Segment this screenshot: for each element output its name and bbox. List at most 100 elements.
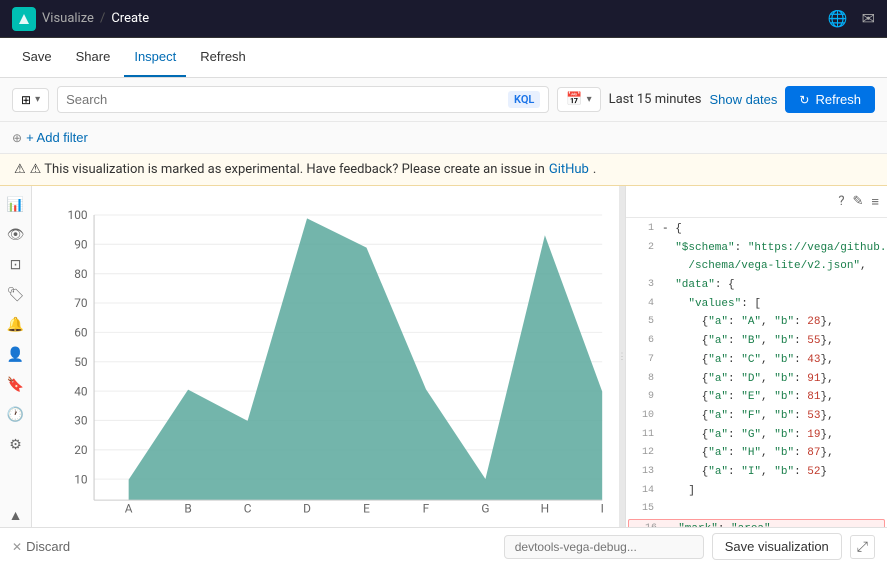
svg-text:90: 90 [74,238,87,252]
code-line: 7 {"a": "C", "b": 43}, [626,351,887,370]
code-line: 10 {"a": "F", "b": 53}, [626,407,887,426]
code-line: /schema/vega-lite/v2.json", [626,257,887,276]
svg-text:B: B [184,502,191,516]
code-line: 5 {"a": "A", "b": 28}, [626,313,887,332]
refresh-icon: ↻ [799,93,809,107]
filter-bar: ⊞ ▾ KQL 📅 ▾ Last 15 minutes Show dates ↻… [0,78,887,122]
main-content: 📊 👁 ⊡ 🏷 🔔 👤 🔖 🕐 ⚙ ▲ 100 90 80 [0,186,887,527]
code-panel-toolbar: ? ✎ ≡ [626,186,887,218]
tabs-bar: Save Share Inspect Refresh [0,38,887,78]
code-line: 11 {"a": "G", "b": 19}, [626,426,887,445]
warning-banner: ⚠ ⚠ This visualization is marked as expe… [0,154,887,186]
eye-icon[interactable]: 👁 [4,224,28,246]
svg-text:20: 20 [74,443,87,457]
code-line: 13 {"a": "I", "b": 52} [626,463,887,482]
expand-icon[interactable]: ⤢ [850,535,875,559]
logo [12,7,36,31]
help-icon[interactable]: ? [838,194,844,209]
svg-text:80: 80 [74,267,87,281]
svg-text:G: G [481,502,489,516]
code-line: 1- { [626,220,887,239]
chart-area: 100 90 80 70 60 50 40 30 20 10 A B C D [32,186,619,527]
index-selector[interactable]: ⊞ ▾ [12,88,49,112]
area-chart [129,218,603,500]
svg-text:C: C [244,502,252,516]
svg-text:50: 50 [74,355,87,369]
filter-icon: ⊕ [12,131,22,145]
code-line: 14 ] [626,482,887,501]
add-filter-button[interactable]: + Add filter [26,130,88,145]
add-filter-row: ⊕ + Add filter [0,122,887,154]
github-link[interactable]: GitHub [549,162,589,177]
code-line: 2 "$schema": "https://vega/github.io [626,239,887,258]
search-box: KQL [57,86,549,113]
warning-icon: ⚠ [14,162,26,177]
bottom-bar: ✕ Discard Save visualization ⤢ [0,527,887,565]
app-section: Visualize / Create [42,11,149,26]
svg-text:30: 30 [74,414,87,428]
index-icon: ⊞ [21,93,31,107]
menu-icon[interactable]: ≡ [871,194,879,210]
clock-icon[interactable]: 🕐 [4,404,27,426]
breadcrumb-sep: / [100,11,105,26]
person-icon[interactable]: 👤 [4,344,27,366]
code-line: 15 [626,500,887,519]
top-nav: Visualize / Create 🌐 ✉ [0,0,887,38]
svg-text:10: 10 [74,473,87,487]
save-area: Save visualization ⤢ [504,533,875,560]
svg-text:F: F [423,502,430,516]
search-input[interactable] [66,92,502,107]
chart-bar-icon[interactable]: 📊 [4,194,27,216]
tab-save[interactable]: Save [12,38,62,77]
alert-icon[interactable]: 🔔 [4,314,27,336]
calendar-icon: 📅 [566,92,582,107]
time-range-label: Last 15 minutes [609,92,702,107]
save-name-input[interactable] [504,535,704,559]
sidebar: 📊 👁 ⊡ 🏷 🔔 👤 🔖 🕐 ⚙ ▲ [0,186,32,527]
svg-text:100: 100 [68,208,88,222]
code-line: 9 {"a": "E", "b": 81}, [626,388,887,407]
globe-icon[interactable]: 🌐 [828,9,848,28]
save-vis-label: Save visualization [725,539,829,554]
code-line: 6 {"a": "B", "b": 55}, [626,332,887,351]
calendar-selector[interactable]: 📅 ▾ [557,87,600,112]
refresh-label: Refresh [815,92,861,107]
show-dates-button[interactable]: Show dates [709,92,777,107]
svg-text:60: 60 [74,326,87,340]
tab-inspect[interactable]: Inspect [124,38,186,77]
settings-icon[interactable]: ⚙ [6,434,25,456]
code-line: 4 "values": [ [626,295,887,314]
code-line: 3 "data": { [626,276,887,295]
mail-icon[interactable]: ✉ [862,9,875,28]
svg-text:E: E [363,502,370,516]
code-line-highlight: 16 "mark": "area", [628,519,885,527]
x-icon: ✕ [12,540,22,554]
code-line: 8 {"a": "D", "b": 91}, [626,370,887,389]
code-panel: ? ✎ ≡ 1- { 2 "$schema": "https://vega/gi… [625,186,887,527]
arrow-down-icon[interactable]: ▲ [6,504,26,527]
code-line: 12 {"a": "H", "b": 87}, [626,444,887,463]
svg-text:40: 40 [74,384,87,398]
svg-text:A: A [125,502,133,516]
svg-text:I: I [601,502,604,516]
nav-right: 🌐 ✉ [828,9,875,28]
discard-button[interactable]: ✕ Discard [12,539,70,554]
edit-icon[interactable]: ✎ [853,194,864,209]
bookmark-icon[interactable]: 🔖 [4,374,27,396]
refresh-button[interactable]: ↻ Refresh [785,86,875,113]
kql-badge[interactable]: KQL [508,91,540,108]
chevron-down-icon: ▾ [587,94,592,105]
index-chevron: ▾ [35,94,40,105]
tab-refresh[interactable]: Refresh [190,38,256,77]
discard-label: Discard [26,539,70,554]
app-name: Visualize [42,11,94,26]
svg-text:H: H [541,502,549,516]
tab-share[interactable]: Share [66,38,121,77]
chart-svg: 100 90 80 70 60 50 40 30 20 10 A B C D [40,194,613,519]
tag-icon[interactable]: 🏷 [4,284,28,306]
svg-text:D: D [303,502,311,516]
page-title: Create [111,11,149,26]
warning-suffix: . [593,162,596,177]
save-visualization-button[interactable]: Save visualization [712,533,842,560]
layers-icon[interactable]: ⊡ [7,254,25,276]
